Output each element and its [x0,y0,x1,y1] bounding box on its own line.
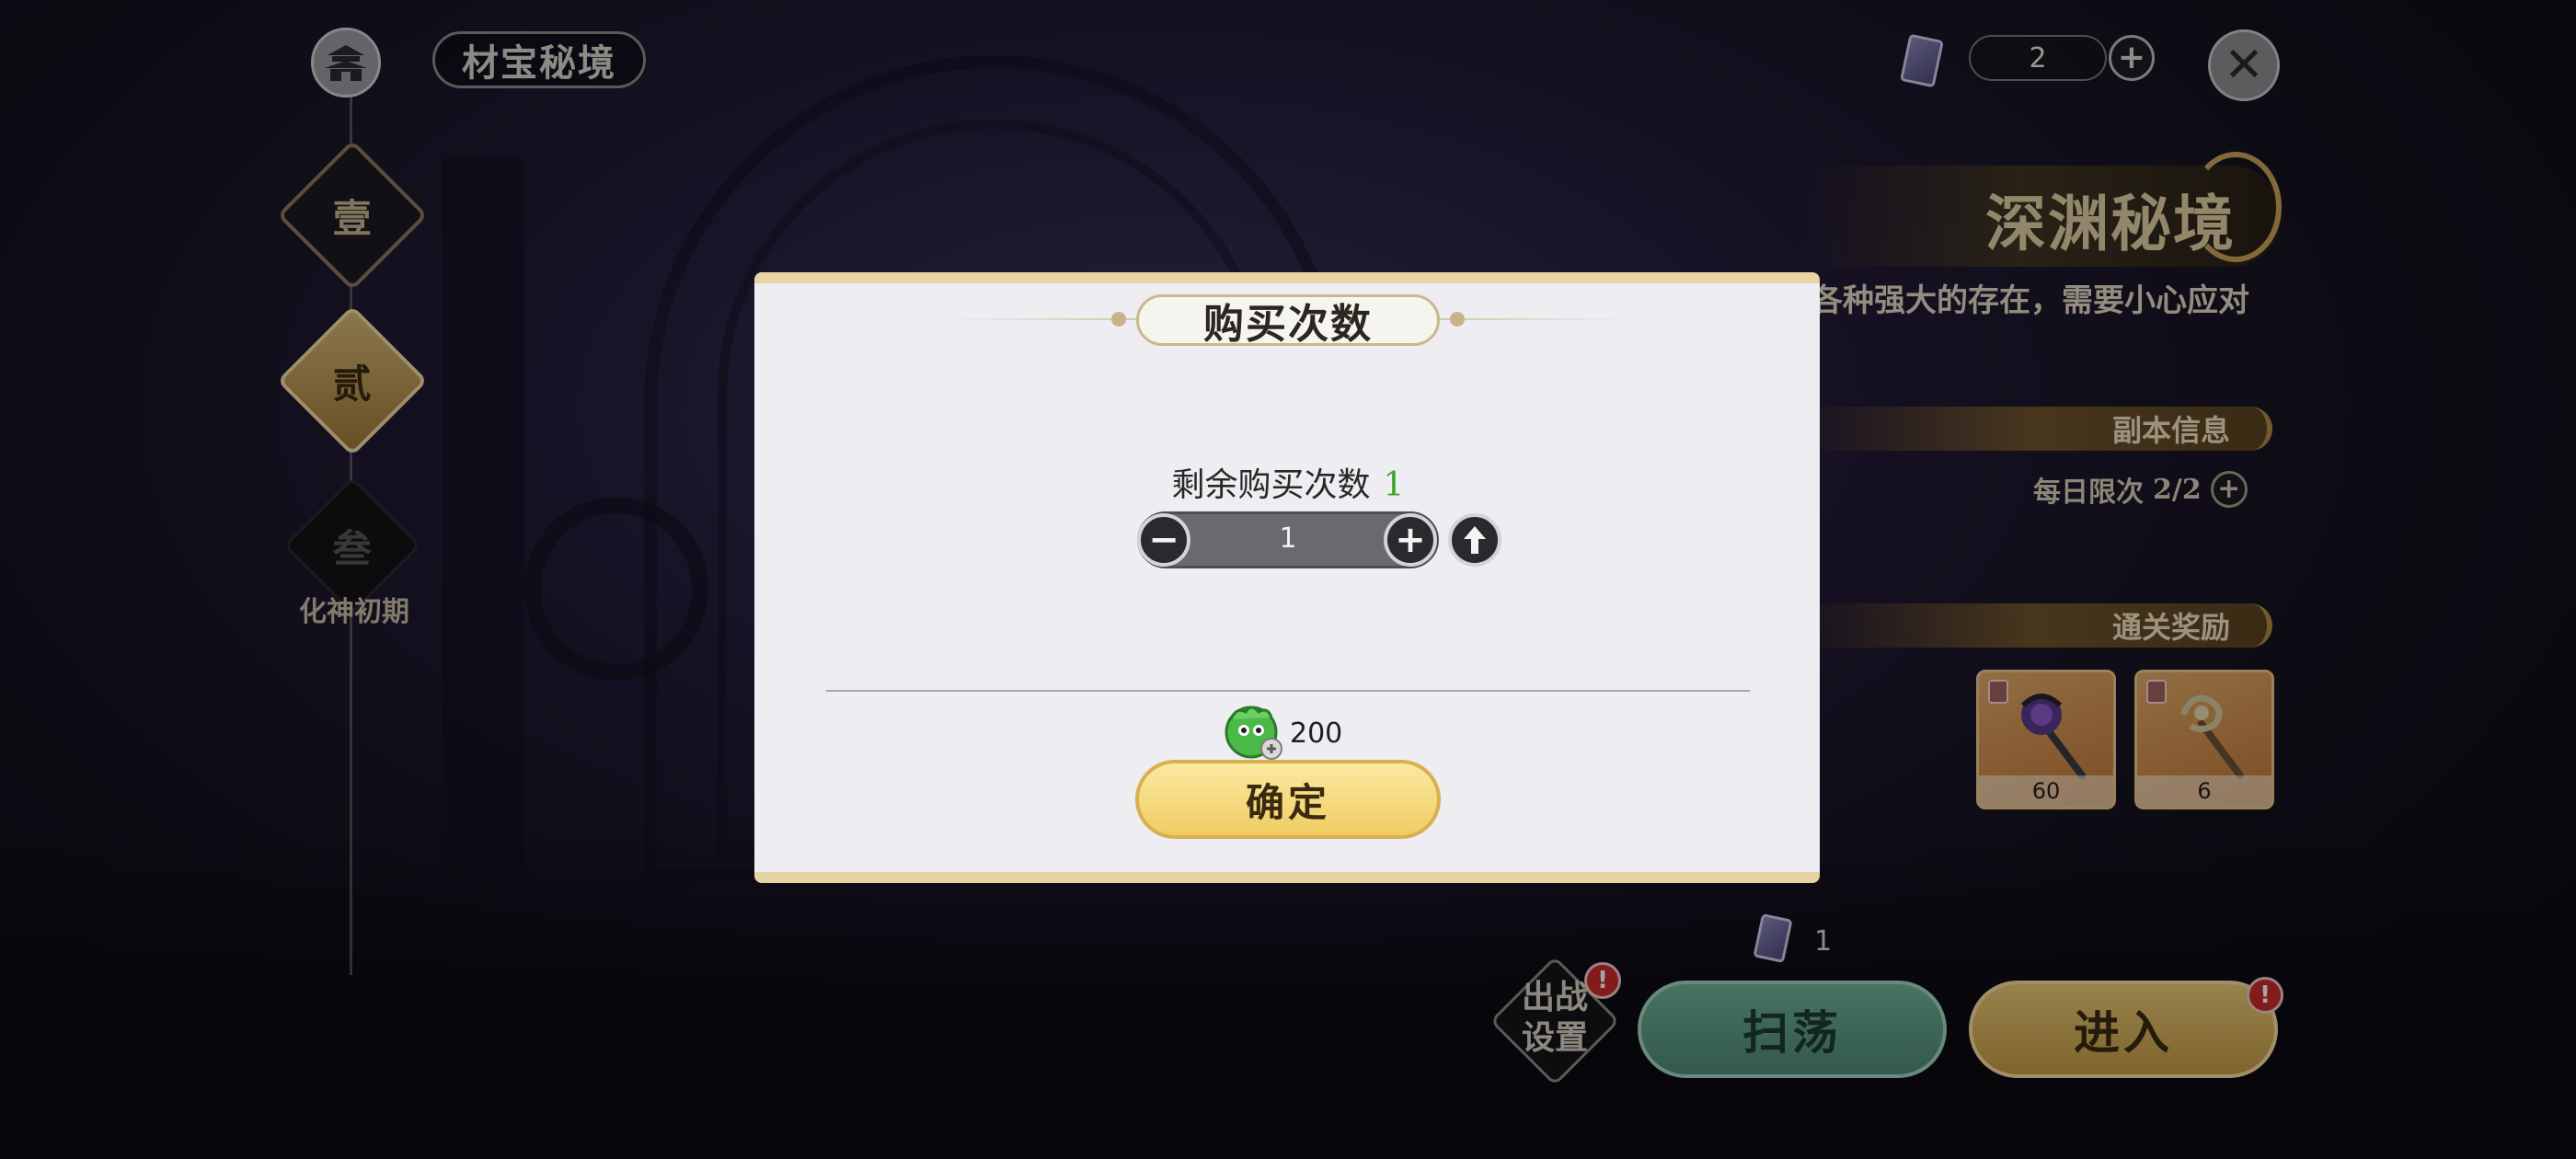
remaining-purchases: 剩余购买次数 1 [1104,458,1472,506]
remaining-value: 1 [1383,466,1405,504]
increase-button[interactable]: + [1384,513,1437,567]
arrow-up-icon [1464,526,1486,554]
title-ornament-dot [1111,312,1126,327]
minus-icon: − [1148,519,1179,561]
plus-icon: + [1395,519,1426,561]
remaining-label: 剩余购买次数 [1171,466,1371,504]
quantity-value[interactable]: 1 [1233,522,1343,555]
dialog-divider [826,690,1750,692]
price-value: 200 [1290,717,1343,750]
max-quantity-button[interactable] [1448,513,1501,567]
dialog-title: 购买次数 [1136,294,1440,348]
jade-currency-icon [1225,706,1282,760]
decrease-button[interactable]: − [1137,513,1190,567]
confirm-button[interactable]: 确定 [1135,760,1441,839]
title-ornament-dot [1450,312,1465,327]
